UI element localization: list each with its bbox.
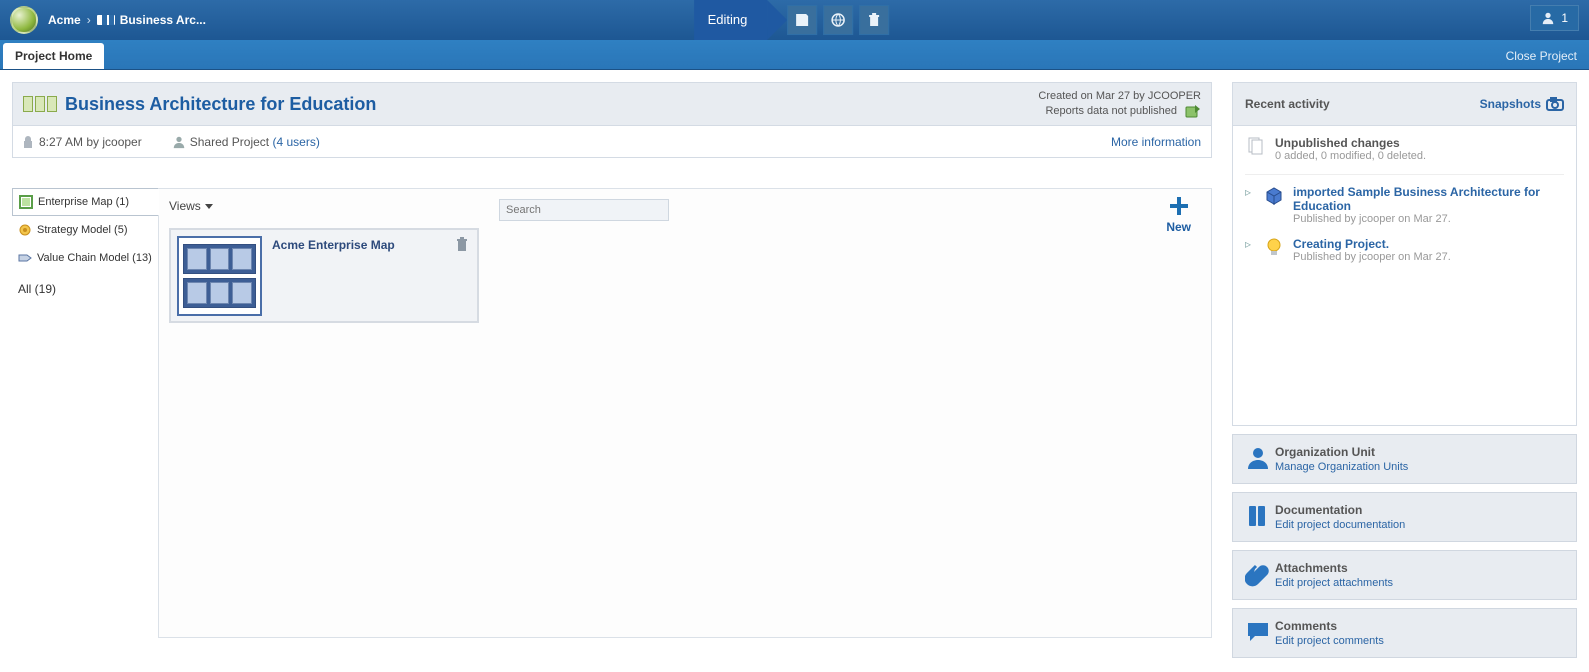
tree-item-strategy-model[interactable]: Strategy Model (5) xyxy=(12,216,158,244)
unpublished-title: Unpublished changes xyxy=(1275,136,1564,150)
document-icon xyxy=(1245,136,1267,162)
save-button[interactable] xyxy=(787,5,817,35)
canvas-area: Views New Acme Enterprise Map xyxy=(158,188,1212,638)
panel-link[interactable]: Edit project documentation xyxy=(1275,519,1405,531)
tree-item-enterprise-map[interactable]: Enterprise Map (1) xyxy=(12,188,159,216)
org-icon xyxy=(1245,445,1275,474)
shared-users-link[interactable]: (4 users) xyxy=(272,135,319,149)
card-delete-button[interactable] xyxy=(455,236,469,255)
panel-title: Organization Unit xyxy=(1275,445,1408,459)
expand-icon[interactable]: ▹ xyxy=(1245,237,1255,263)
breadcrumb-project-icon xyxy=(97,15,115,25)
app-logo-icon[interactable] xyxy=(10,6,38,34)
shared-label: Shared Project xyxy=(190,135,269,149)
panel-title: Documentation xyxy=(1275,503,1405,517)
panel-title: Attachments xyxy=(1275,561,1393,575)
save-icon xyxy=(794,12,810,28)
card-title: Acme Enterprise Map xyxy=(272,238,395,315)
new-button[interactable]: New xyxy=(1166,195,1191,234)
book-icon xyxy=(1245,503,1275,532)
project-title: Business Architecture for Education xyxy=(65,94,376,115)
delete-button[interactable] xyxy=(859,5,889,35)
lock-icon xyxy=(23,136,33,148)
search-input[interactable] xyxy=(499,199,669,221)
views-dropdown[interactable]: Views xyxy=(169,199,213,213)
chat-icon xyxy=(1245,619,1275,648)
recent-activity-header: Recent activity Snapshots xyxy=(1232,82,1577,126)
close-project-link[interactable]: Close Project xyxy=(1506,49,1577,63)
panel-link[interactable]: Edit project comments xyxy=(1275,635,1384,647)
activity-title-link[interactable]: Creating Project. xyxy=(1293,237,1564,251)
camera-icon xyxy=(1546,96,1564,112)
breadcrumb-root[interactable]: Acme xyxy=(48,13,81,27)
model-type-tree: Enterprise Map (1) Strategy Model (5) Va… xyxy=(12,188,158,638)
plus-icon xyxy=(1168,195,1190,217)
model-card[interactable]: Acme Enterprise Map xyxy=(169,228,479,323)
expand-icon[interactable]: ▹ xyxy=(1245,185,1255,225)
panel-comments[interactable]: Comments Edit project comments xyxy=(1232,608,1577,658)
card-thumbnail-icon xyxy=(177,236,262,316)
activity-title-link[interactable]: imported Sample Business Architecture fo… xyxy=(1293,185,1564,213)
created-text: Created on Mar 27 by JCOOPER xyxy=(1038,89,1201,104)
lock-time: 8:27 AM by jcooper xyxy=(39,135,142,149)
bulb-icon xyxy=(1263,237,1285,263)
user-icon xyxy=(1541,11,1555,25)
recent-activity-title: Recent activity xyxy=(1245,97,1330,111)
breadcrumb-leaf[interactable]: Business Arc... xyxy=(120,13,206,27)
sub-bar: Project Home Close Project xyxy=(0,40,1589,70)
enterprise-map-icon xyxy=(19,195,33,209)
person-icon xyxy=(172,135,186,149)
strategy-model-icon xyxy=(18,223,32,237)
more-info-link[interactable]: More information xyxy=(1111,135,1201,149)
tree-label: Strategy Model (5) xyxy=(37,224,127,236)
clip-icon xyxy=(1245,561,1275,590)
activity-sub: Published by jcooper on Mar 27. xyxy=(1293,251,1564,263)
tree-label: Enterprise Map (1) xyxy=(38,196,129,208)
panel-link[interactable]: Manage Organization Units xyxy=(1275,461,1408,473)
panel-attachments[interactable]: Attachments Edit project attachments xyxy=(1232,550,1577,600)
trash-icon xyxy=(455,236,469,252)
user-count-button[interactable]: 1 xyxy=(1530,5,1579,31)
recent-activity-list: Unpublished changes 0 added, 0 modified,… xyxy=(1232,126,1577,426)
activity-item: ▹ Creating Project. Published by jcooper… xyxy=(1245,237,1564,263)
publish-button[interactable] xyxy=(823,5,853,35)
unpublished-changes: Unpublished changes 0 added, 0 modified,… xyxy=(1245,136,1564,162)
tab-project-home[interactable]: Project Home xyxy=(3,43,104,69)
project-sub-header: 8:27 AM by jcooper Shared Project (4 use… xyxy=(12,126,1212,158)
panel-org-unit[interactable]: Organization Unit Manage Organization Un… xyxy=(1232,434,1577,484)
editing-toolbar: Editing xyxy=(694,0,896,40)
value-chain-icon xyxy=(18,251,32,265)
snapshots-link[interactable]: Snapshots xyxy=(1480,96,1564,112)
globe-icon xyxy=(830,12,846,28)
editing-mode-label: Editing xyxy=(694,0,768,40)
tree-item-all[interactable]: All (19) xyxy=(12,272,158,306)
top-bar: Acme › Business Arc... Editing 1 xyxy=(0,0,1589,40)
project-header: Business Architecture for Education Crea… xyxy=(12,82,1212,126)
unpublished-sub: 0 added, 0 modified, 0 deleted. xyxy=(1275,150,1564,162)
reports-text: Reports data not published xyxy=(1045,105,1176,117)
box-icon xyxy=(1263,185,1285,225)
tree-label: Value Chain Model (13) xyxy=(37,252,152,264)
user-count: 1 xyxy=(1561,11,1568,25)
project-icon xyxy=(23,96,57,112)
publish-status-icon[interactable] xyxy=(1185,104,1201,118)
activity-sub: Published by jcooper on Mar 27. xyxy=(1293,213,1564,225)
panel-link[interactable]: Edit project attachments xyxy=(1275,577,1393,589)
new-label: New xyxy=(1166,220,1191,234)
breadcrumb-sep: › xyxy=(87,13,91,27)
activity-item: ▹ imported Sample Business Architecture … xyxy=(1245,185,1564,225)
snapshots-label: Snapshots xyxy=(1480,97,1541,111)
tree-item-value-chain[interactable]: Value Chain Model (13) xyxy=(12,244,158,272)
panel-documentation[interactable]: Documentation Edit project documentation xyxy=(1232,492,1577,542)
panel-title: Comments xyxy=(1275,619,1384,633)
trash-icon xyxy=(866,12,882,28)
